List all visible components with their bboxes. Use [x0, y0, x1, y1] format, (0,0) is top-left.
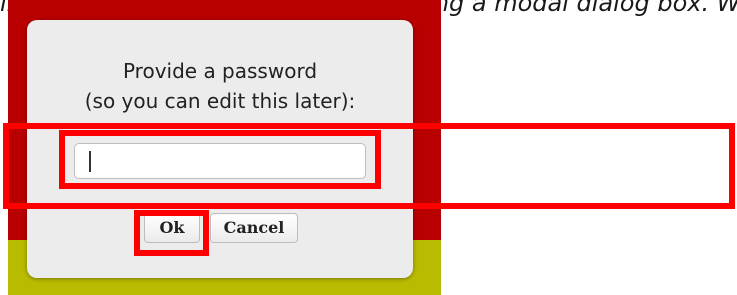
- dialog-message-line-1: Provide a password: [122, 59, 318, 83]
- password-input[interactable]: [74, 143, 366, 179]
- ok-button[interactable]: Ok: [144, 213, 200, 243]
- cancel-button[interactable]: Cancel: [210, 213, 298, 243]
- text-caret: [89, 151, 91, 172]
- dialog-message-line-2: (so you can edit this later):: [84, 89, 356, 113]
- password-dialog: Provide a password (so you can edit this…: [27, 20, 413, 278]
- dialog-message: Provide a password (so you can edit this…: [27, 56, 413, 116]
